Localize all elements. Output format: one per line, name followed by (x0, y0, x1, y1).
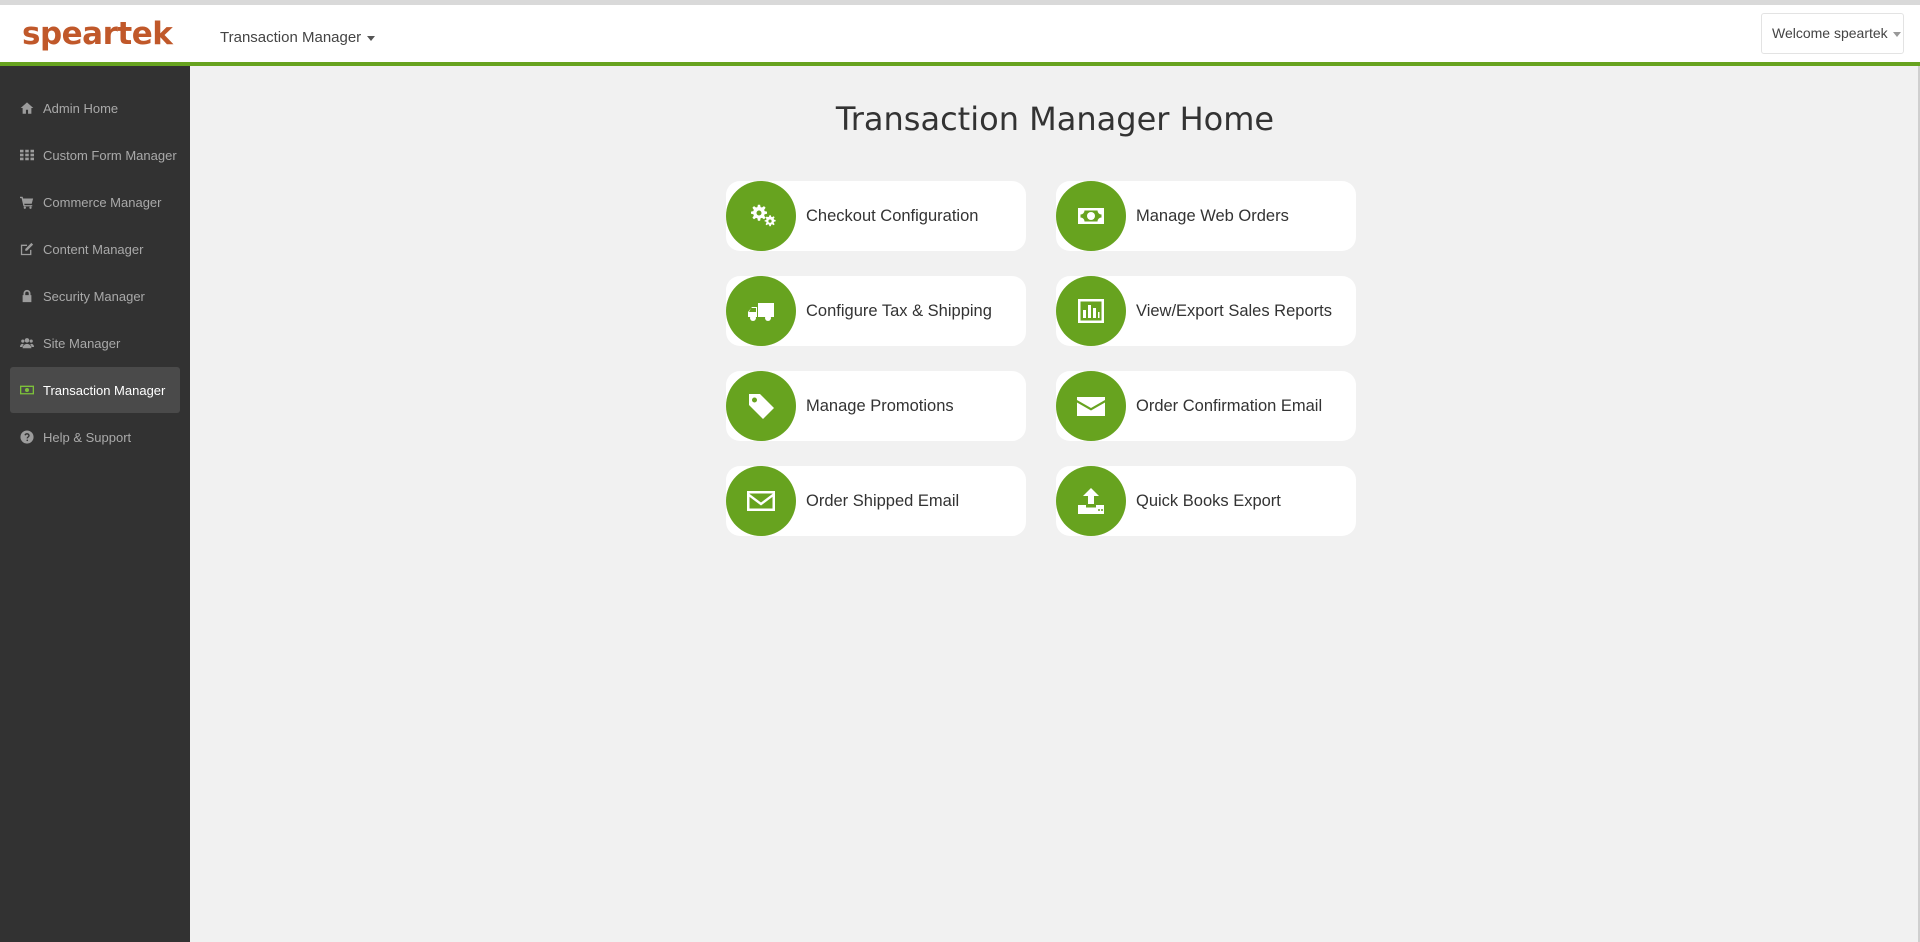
tile-label: View/Export Sales Reports (1136, 301, 1332, 320)
tile-manage-web-orders[interactable]: Manage Web Orders (1056, 181, 1356, 251)
sidebar-item-label: Custom Form Manager (43, 147, 177, 163)
bar-chart-icon (1056, 276, 1126, 346)
sidebar-item-transaction-manager[interactable]: Transaction Manager (10, 367, 180, 413)
sidebar-item-commerce-manager[interactable]: Commerce Manager (10, 179, 180, 225)
money-icon (1056, 181, 1126, 251)
tile-label: Manage Web Orders (1136, 206, 1289, 225)
sidebar-item-help-support[interactable]: Help & Support (10, 414, 180, 460)
sidebar-item-site-manager[interactable]: Site Manager (10, 320, 180, 366)
user-menu-dropdown[interactable]: Welcome speartek (1761, 13, 1904, 54)
gears-icon (726, 181, 796, 251)
envelope-outline-icon (726, 466, 796, 536)
truck-icon (726, 276, 796, 346)
sidebar-item-label: Admin Home (43, 100, 119, 116)
main-content: Transaction Manager Home Checkout Config… (190, 66, 1920, 942)
home-icon (20, 101, 34, 115)
tile-label: Order Shipped Email (806, 491, 960, 510)
sidebar-item-admin-home[interactable]: Admin Home (10, 85, 180, 131)
tile-order-confirmation-email[interactable]: Order Confirmation Email (1056, 371, 1356, 441)
tile-label: Configure Tax & Shipping (806, 301, 992, 320)
app-menu-label: Transaction Manager (220, 29, 362, 46)
users-icon (20, 336, 34, 350)
upload-icon (1056, 466, 1126, 536)
tile-manage-promotions[interactable]: Manage Promotions (726, 371, 1026, 441)
user-menu-label: Welcome speartek (1772, 25, 1888, 41)
page-title: Transaction Manager Home (835, 100, 1275, 138)
question-icon (20, 430, 34, 444)
money-icon (20, 383, 34, 397)
top-navbar: speartek Transaction Manager Welcome spe… (0, 0, 1920, 66)
tile-order-shipped-email[interactable]: Order Shipped Email (726, 466, 1026, 536)
tile-label: Order Confirmation Email (1136, 396, 1323, 415)
speartek-logo[interactable]: speartek (22, 16, 173, 52)
tile-quick-books-export[interactable]: Quick Books Export (1056, 466, 1356, 536)
sidebar-item-label: Transaction Manager (43, 382, 166, 398)
lock-icon (20, 289, 34, 303)
sidebar: Admin Home Custom Form Manager Commerce … (0, 66, 190, 942)
caret-down-icon (367, 35, 376, 41)
tile-configure-tax-shipping[interactable]: Configure Tax & Shipping (726, 276, 1026, 346)
app-menu-dropdown[interactable]: Transaction Manager (220, 29, 376, 46)
grid-icon (20, 148, 34, 162)
edit-icon (20, 242, 34, 256)
sidebar-item-security-manager[interactable]: Security Manager (10, 273, 180, 319)
tile-label: Manage Promotions (806, 396, 954, 415)
sidebar-item-content-manager[interactable]: Content Manager (10, 226, 180, 272)
sidebar-item-label: Commerce Manager (43, 194, 162, 210)
sidebar-item-label: Site Manager (43, 335, 121, 351)
tile-checkout-configuration[interactable]: Checkout Configuration (726, 181, 1026, 251)
sidebar-item-custom-form-manager[interactable]: Custom Form Manager (10, 132, 180, 178)
tile-label: Checkout Configuration (806, 206, 979, 225)
caret-down-icon (1892, 31, 1901, 37)
sidebar-item-label: Content Manager (43, 241, 144, 257)
envelope-icon (1056, 371, 1126, 441)
sidebar-item-label: Security Manager (43, 288, 145, 304)
sidebar-item-label: Help & Support (43, 429, 132, 445)
tile-label: Quick Books Export (1136, 491, 1281, 510)
cart-icon (20, 195, 34, 209)
tag-icon (726, 371, 796, 441)
tile-view-export-sales-reports[interactable]: View/Export Sales Reports (1056, 276, 1356, 346)
